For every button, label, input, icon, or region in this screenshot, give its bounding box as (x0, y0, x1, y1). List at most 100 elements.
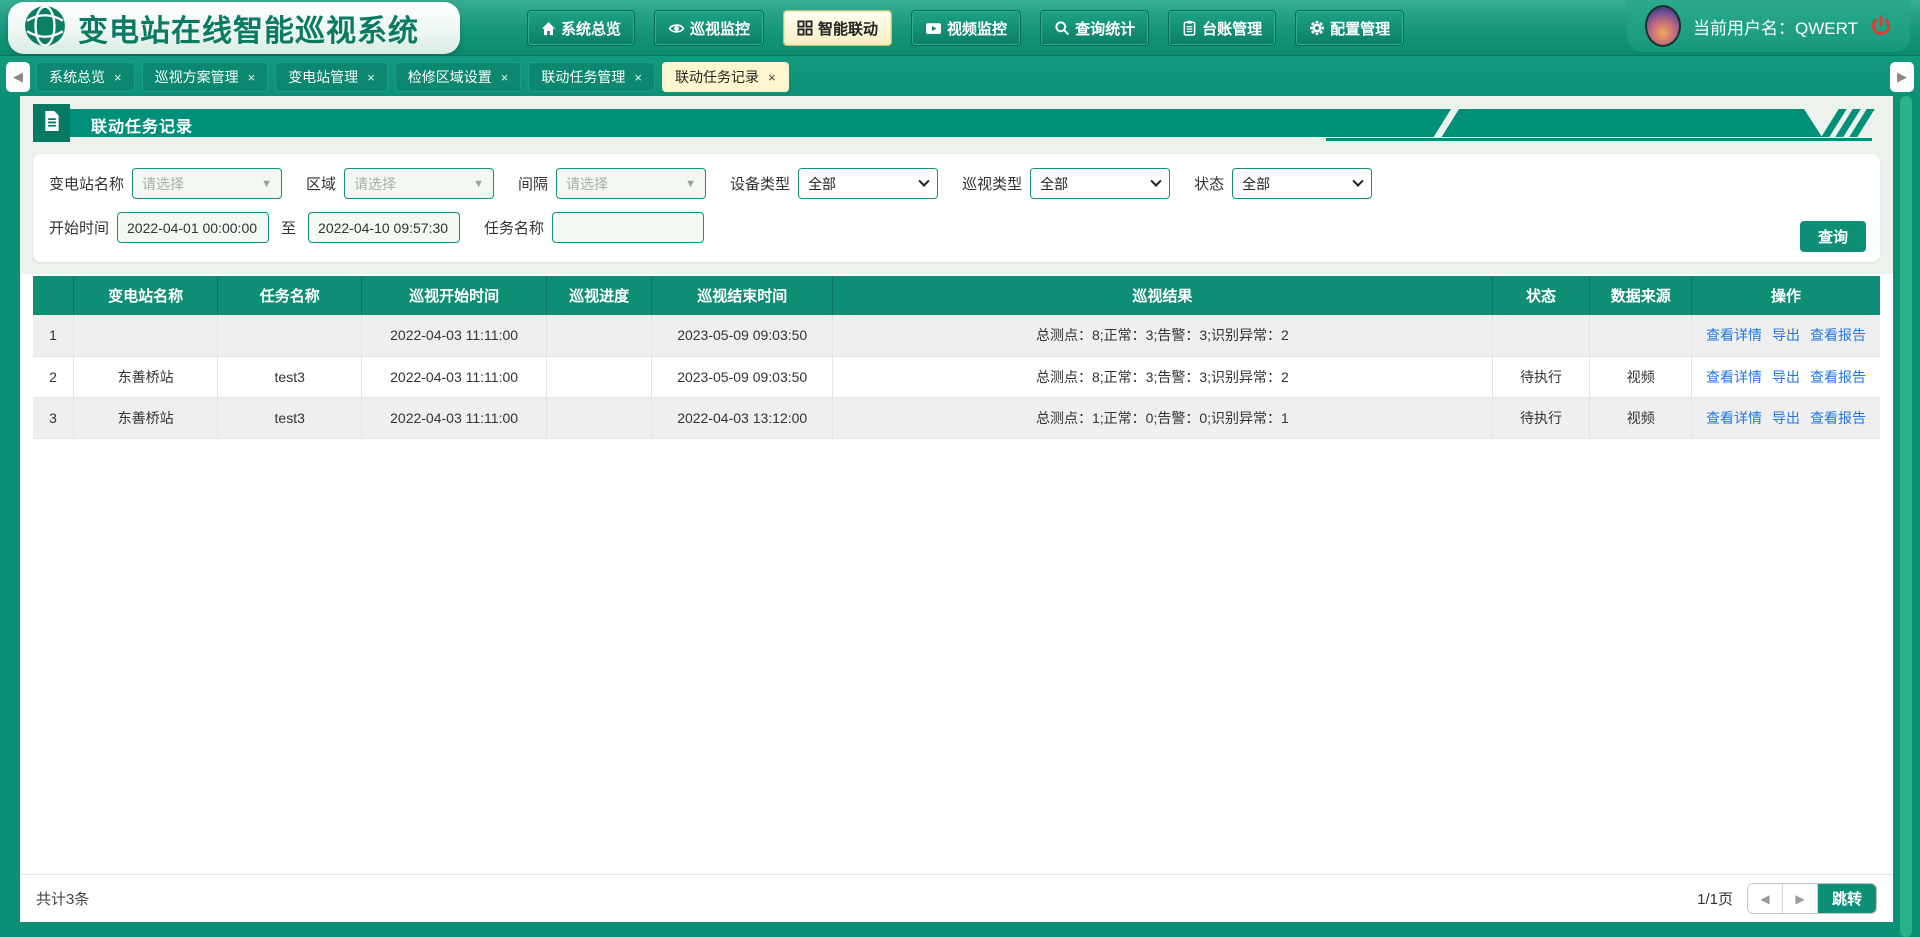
table-cell: 视频 (1590, 397, 1692, 438)
table-row: 3东善桥站test32022-04-03 11:11:002022-04-03 … (33, 397, 1880, 438)
station-select[interactable]: 请选择▼ (132, 168, 282, 199)
video-icon (925, 20, 942, 37)
jump-button[interactable]: 跳转 (1818, 884, 1876, 913)
nav-item[interactable]: 智能联动 (784, 11, 891, 45)
export-link[interactable]: 导出 (1772, 369, 1800, 385)
chevron-down-icon: ▼ (473, 178, 484, 190)
table-cell: 2023-05-09 09:03:50 (652, 356, 833, 397)
export-link[interactable]: 导出 (1772, 327, 1800, 343)
eye-icon (668, 20, 685, 37)
pagination-footer: 共计3条 1/1页 ◀ ▶ 跳转 (20, 874, 1893, 922)
view-report-link[interactable]: 查看报告 (1810, 327, 1866, 343)
table-cell: 待执行 (1492, 356, 1590, 397)
patrol-type-label: 巡视类型 (962, 173, 1022, 194)
column-header: 巡视进度 (546, 276, 651, 315)
linkage-grid-icon (797, 20, 813, 36)
tab[interactable]: 检修区域设置× (395, 62, 522, 92)
next-page-button[interactable]: ▶ (1783, 884, 1818, 913)
app-title: 变电站在线智能巡视系统 (78, 6, 419, 50)
view-details-link[interactable]: 查看详情 (1706, 369, 1762, 385)
logout-power-icon[interactable] (1870, 15, 1892, 37)
scrollbar[interactable] (1900, 96, 1912, 937)
app-logo-globe-icon (24, 5, 66, 52)
table-cell: 总测点：8;正常：3;告警：3;识别异常：2 (833, 315, 1492, 356)
tab-close-icon[interactable]: × (367, 70, 375, 85)
table-cell: 2022-04-03 11:11:00 (362, 397, 547, 438)
table-cell: 东善桥站 (74, 356, 218, 397)
filter-row-1: 变电站名称请选择▼区域请选择▼间隔请选择▼设备类型全部巡视类型全部状态全部 (49, 168, 1864, 199)
column-header: 巡视结果 (833, 276, 1492, 315)
search-icon (1054, 20, 1070, 36)
tab-bar: ◀ 系统总览×巡视方案管理×变电站管理×检修区域设置×联动任务管理×联动任务记录… (0, 56, 1920, 96)
start-time-input[interactable] (117, 212, 269, 243)
title-icon-box (33, 104, 70, 142)
nav-item[interactable]: 查询统计 (1041, 11, 1148, 45)
top-band: 联动任务记录 变电站名称请选择▼区域请选择▼间隔请选择▼设备类型全部巡视类型全部… (20, 96, 1893, 274)
device-type-select[interactable]: 全部 (798, 168, 938, 199)
column-header: 巡视开始时间 (362, 276, 547, 315)
table-cell (1492, 315, 1590, 356)
bay-select-value: 请选择 (566, 174, 608, 194)
patrol-type-select-value: 全部 (1040, 174, 1068, 194)
chevron-down-icon: ▼ (685, 178, 696, 190)
tab-close-icon[interactable]: × (768, 70, 776, 85)
tab-close-icon[interactable]: × (114, 70, 122, 85)
column-header: 状态 (1492, 276, 1590, 315)
nav-item[interactable]: 视频监控 (912, 11, 1020, 45)
tab-close-icon[interactable]: × (248, 70, 256, 85)
query-button[interactable]: 查询 (1800, 221, 1866, 252)
table-cell: 2022-04-03 13:12:00 (652, 397, 833, 438)
tab-label: 巡视方案管理 (155, 67, 239, 87)
area-label: 区域 (306, 173, 336, 194)
tabs-strip: 系统总览×巡视方案管理×变电站管理×检修区域设置×联动任务管理×联动任务记录× (36, 62, 1884, 92)
table-cell: 2022-04-03 11:11:00 (362, 315, 547, 356)
bay-label: 间隔 (518, 173, 548, 194)
nav-item[interactable]: 配置管理 (1296, 11, 1403, 45)
tab[interactable]: 联动任务管理× (528, 62, 655, 92)
table-empty-area (20, 439, 1893, 875)
patrol-type-select[interactable]: 全部 (1030, 168, 1170, 199)
table-cell: 2 (33, 356, 74, 397)
column-header: 巡视结束时间 (652, 276, 833, 315)
table-cell: 1 (33, 315, 74, 356)
tab[interactable]: 巡视方案管理 × (142, 62, 269, 92)
prev-page-button[interactable]: ◀ (1748, 884, 1783, 913)
tab-label: 联动任务记录 (675, 67, 759, 87)
export-link[interactable]: 导出 (1772, 410, 1800, 426)
status-select[interactable]: 全部 (1232, 168, 1372, 199)
station-filter: 变电站名称请选择▼ (49, 168, 282, 199)
station-label: 变电站名称 (49, 173, 124, 194)
view-details-link[interactable]: 查看详情 (1706, 327, 1762, 343)
table-header-row: 变电站名称任务名称巡视开始时间巡视进度巡视结束时间巡视结果状态数据来源操作 (33, 276, 1880, 315)
tab-label: 变电站管理 (288, 67, 358, 87)
tab-close-icon[interactable]: × (634, 70, 642, 85)
tabs-scroll-right-button[interactable]: ▶ (1890, 62, 1914, 92)
area-select[interactable]: 请选择▼ (344, 168, 494, 199)
bay-select[interactable]: 请选择 ▼ (556, 168, 706, 199)
nav-item-label: 配置管理 (1330, 18, 1390, 39)
table-cell (546, 397, 651, 438)
tab[interactable]: 联动任务记录 × (662, 62, 789, 92)
nav-item[interactable]: 系统总览 (528, 11, 634, 45)
actions-cell: 查看详情导出查看报告 (1692, 397, 1880, 438)
tab-close-icon[interactable]: × (501, 70, 509, 85)
nav-item-label: 查询统计 (1075, 18, 1135, 39)
tab[interactable]: 变电站管理 × (275, 62, 388, 92)
table-cell (546, 315, 651, 356)
nav-item-label: 巡视监控 (690, 18, 750, 39)
tabs-scroll-left-button[interactable]: ◀ (6, 62, 30, 92)
area-filter: 区域请选择▼ (306, 168, 494, 199)
table-row: 12022-04-03 11:11:002023-05-09 09:03:50总… (33, 315, 1880, 356)
table-cell (546, 356, 651, 397)
chevron-down-icon (918, 175, 929, 186)
view-report-link[interactable]: 查看报告 (1810, 369, 1866, 385)
nav-item[interactable]: 台账管理 (1169, 11, 1275, 45)
nav-item[interactable]: 巡视监控 (655, 11, 763, 45)
tab[interactable]: 系统总览× (36, 62, 135, 92)
view-details-link[interactable]: 查看详情 (1706, 410, 1762, 426)
end-time-input[interactable] (308, 212, 460, 243)
nav-item-label: 视频监控 (947, 18, 1007, 39)
page-indicator: 1/1页 (1697, 888, 1733, 909)
task-name-input[interactable] (552, 212, 704, 243)
view-report-link[interactable]: 查看报告 (1810, 410, 1866, 426)
